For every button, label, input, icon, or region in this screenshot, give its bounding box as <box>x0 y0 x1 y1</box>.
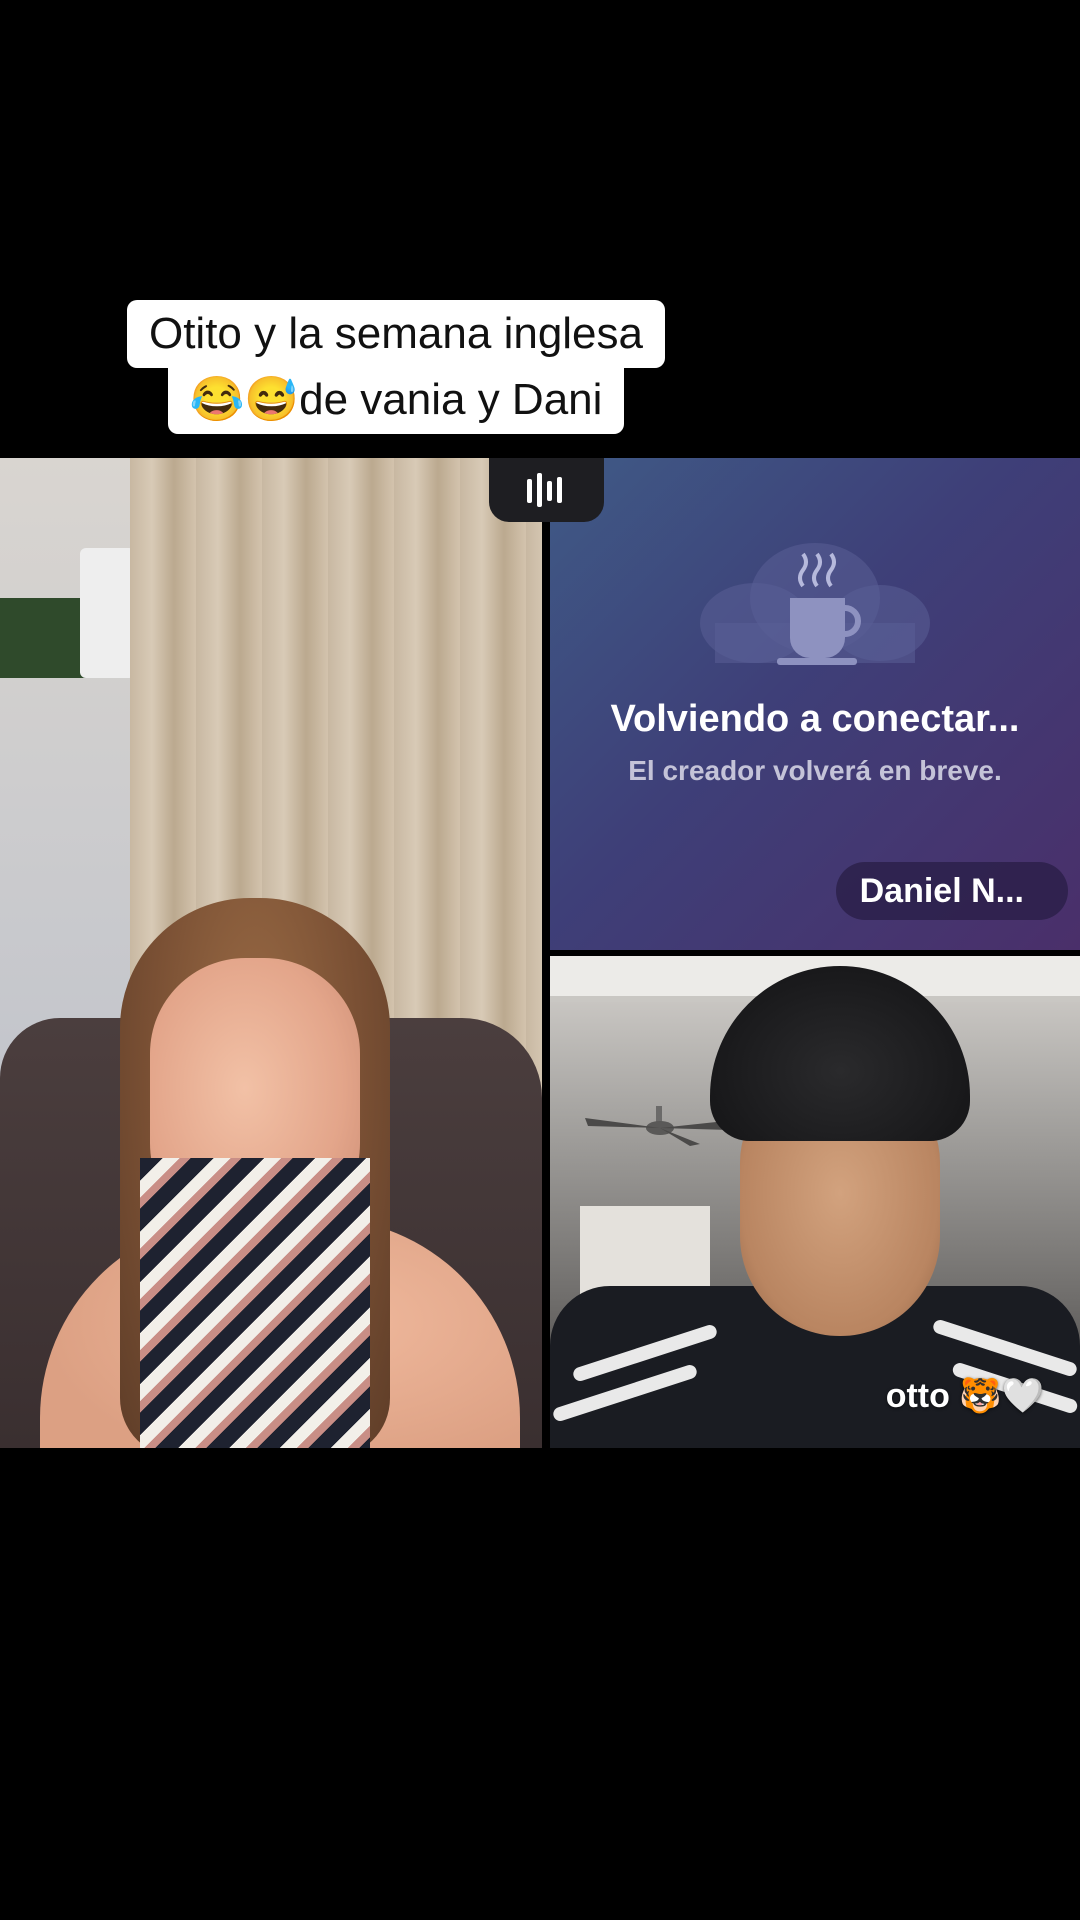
air-conditioner <box>80 548 135 678</box>
audio-levels-icon <box>526 473 562 507</box>
reconnect-title: Volviendo a conectar... <box>610 698 1020 740</box>
guest-video-panel[interactable]: otto 🐯🤍 <box>550 956 1080 1448</box>
host-video-panel[interactable] <box>0 458 542 1448</box>
reconnect-subtitle: El creador volverá en breve. <box>628 755 1002 786</box>
host-scarf <box>140 1158 370 1448</box>
caption-line-1: Otito y la semana inglesa <box>126 300 666 368</box>
live-grid: Volviendo a conectar... El creador volve… <box>0 458 1080 1448</box>
audio-indicator[interactable] <box>489 458 604 522</box>
guest-name-label: otto 🐯🤍 <box>885 1377 1044 1415</box>
video-caption: Otito y la semana inglesa 😂😅de vania y D… <box>0 300 792 434</box>
wall-plant <box>0 598 90 678</box>
coffee-cup-icon <box>700 543 930 665</box>
caption-line-2: 😂😅de vania y Dani <box>167 366 625 434</box>
reconnecting-panel: Volviendo a conectar... El creador volve… <box>550 458 1080 950</box>
guest-name-pill[interactable]: Daniel N... <box>835 862 1068 920</box>
